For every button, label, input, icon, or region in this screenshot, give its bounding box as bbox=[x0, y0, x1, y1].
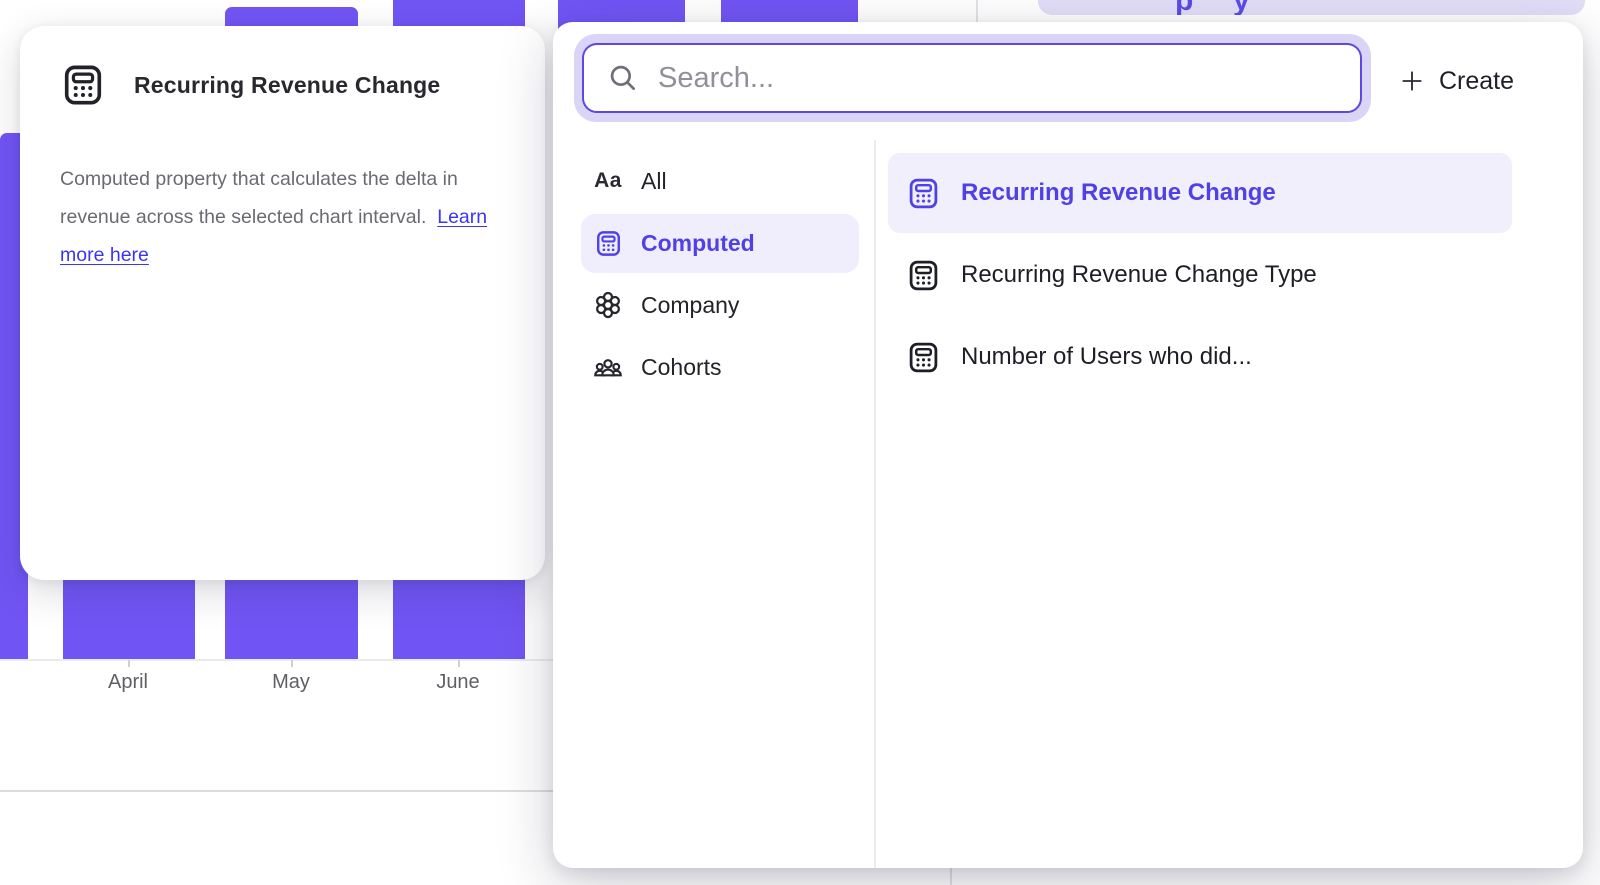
filter-item-computed[interactable]: Computed bbox=[581, 214, 859, 273]
calculator-icon bbox=[60, 62, 106, 108]
page-section-divider bbox=[0, 790, 553, 792]
filter-item-company[interactable]: Company bbox=[581, 278, 859, 332]
text-aa-icon: Aa bbox=[593, 169, 623, 193]
create-button-label: Create bbox=[1439, 67, 1514, 96]
result-label: Recurring Revenue Change Type bbox=[961, 261, 1317, 289]
x-axis-label-june: June bbox=[398, 671, 518, 694]
axis-tick bbox=[128, 660, 130, 667]
filter-item-all[interactable]: Aa All bbox=[581, 154, 859, 208]
clipped-text-descender: y bbox=[1233, 0, 1250, 15]
description-line: interval. bbox=[358, 206, 437, 228]
search-focus-ring bbox=[574, 34, 1371, 122]
calculator-icon bbox=[593, 229, 623, 258]
calculator-icon bbox=[906, 258, 941, 293]
company-cluster-icon bbox=[593, 290, 623, 320]
axis-tick bbox=[291, 660, 293, 667]
search-box[interactable] bbox=[582, 43, 1362, 113]
result-item-number-of-users[interactable]: Number of Users who did... bbox=[888, 317, 1512, 397]
tooltip-description: Computed property that calculates the de… bbox=[60, 160, 505, 274]
filter-label: Company bbox=[641, 292, 739, 319]
result-label: Recurring Revenue Change bbox=[961, 179, 1276, 207]
result-label: Number of Users who did... bbox=[961, 343, 1252, 371]
property-tooltip-card: Recurring Revenue Change Computed proper… bbox=[20, 26, 545, 580]
x-axis-label-april: April bbox=[68, 671, 188, 694]
property-picker-modal: Create Aa All Computed bbox=[553, 22, 1583, 868]
description-line: Computed property that calculates the bbox=[60, 168, 390, 190]
calculator-icon bbox=[906, 340, 941, 375]
tooltip-title: Recurring Revenue Change bbox=[134, 72, 440, 99]
tooltip-header: Recurring Revenue Change bbox=[60, 62, 440, 108]
search-icon bbox=[606, 61, 640, 95]
search-input[interactable] bbox=[656, 61, 1344, 96]
app-canvas: April May June p y Recurring Revenue Cha… bbox=[0, 0, 1600, 885]
axis-tick bbox=[458, 660, 460, 667]
x-axis-label-may: May bbox=[231, 671, 351, 694]
modal-column-divider bbox=[874, 140, 876, 868]
cohorts-people-icon bbox=[593, 352, 623, 382]
filter-label: Computed bbox=[641, 230, 755, 257]
filter-label: All bbox=[641, 168, 667, 195]
panel-border-bottom bbox=[950, 868, 952, 885]
filter-label: Cohorts bbox=[641, 354, 722, 381]
create-button[interactable]: Create bbox=[1391, 56, 1561, 106]
filter-item-cohorts[interactable]: Cohorts bbox=[581, 340, 859, 394]
plus-icon bbox=[1399, 68, 1425, 94]
result-item-recurring-revenue-change-type[interactable]: Recurring Revenue Change Type bbox=[888, 235, 1512, 315]
calculator-icon bbox=[906, 176, 941, 211]
result-item-recurring-revenue-change[interactable]: Recurring Revenue Change bbox=[888, 153, 1512, 233]
clipped-property-pill[interactable]: p y bbox=[1038, 0, 1585, 15]
panel-border-top bbox=[976, 0, 978, 22]
clipped-text-descender: p bbox=[1175, 0, 1193, 15]
